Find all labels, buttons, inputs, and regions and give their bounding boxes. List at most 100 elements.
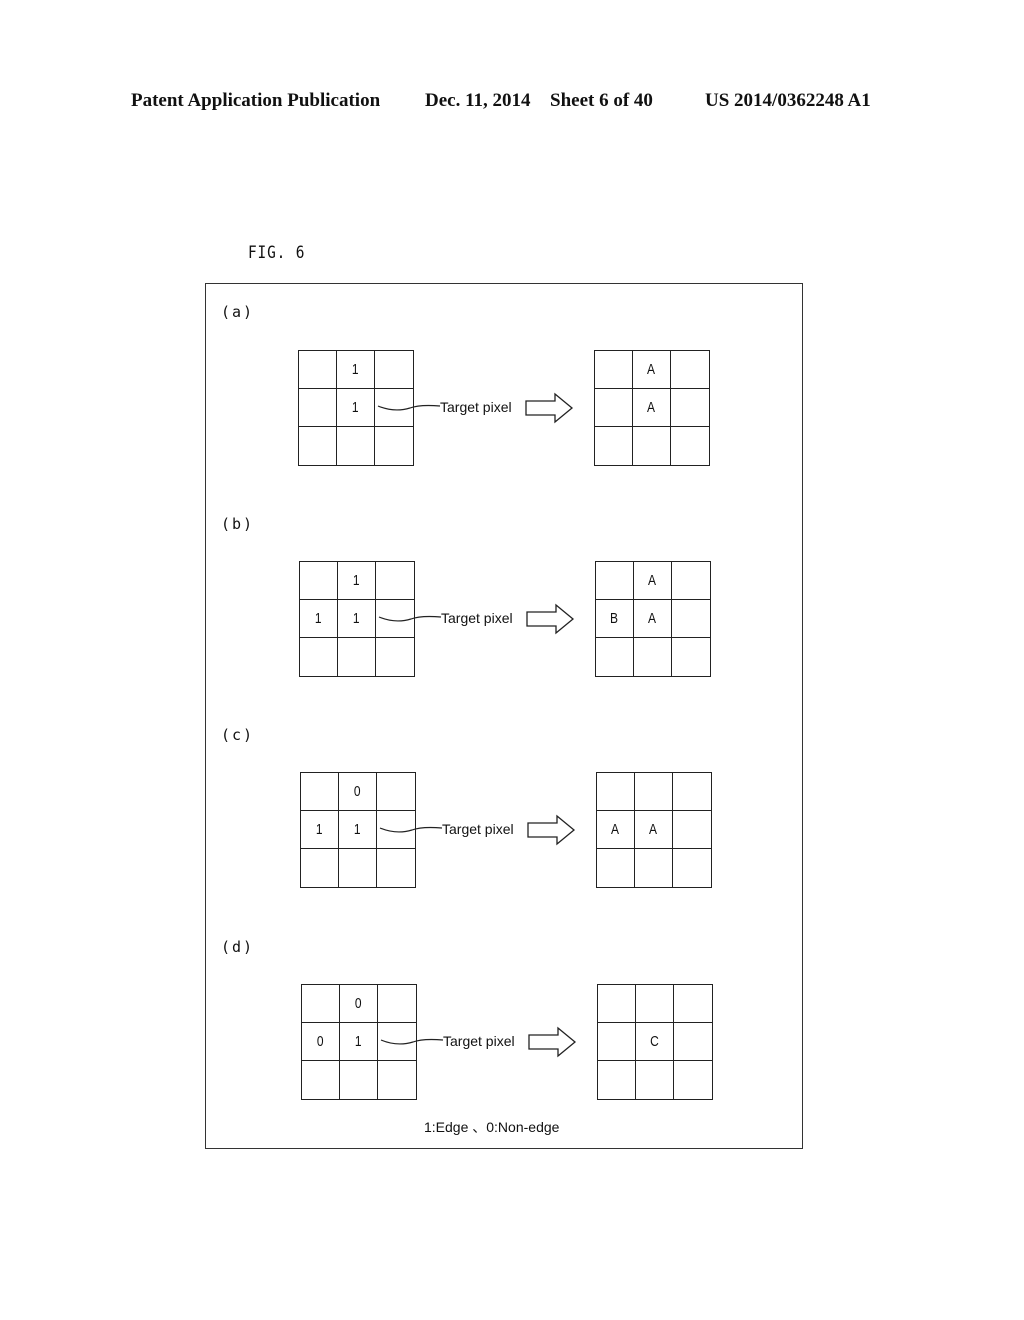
publication-number: US 2014/0362248 A1 xyxy=(705,90,871,111)
grid-cell xyxy=(634,638,672,676)
transform-arrow-icon xyxy=(525,392,574,424)
grid-cell xyxy=(671,427,709,465)
output-pixel-grid: AA xyxy=(596,772,712,888)
grid-cell: B xyxy=(596,600,634,638)
grid-cell xyxy=(597,849,635,887)
grid-cell xyxy=(672,600,710,638)
grid-cell xyxy=(302,985,340,1023)
grid-cell xyxy=(301,773,339,811)
cell-value: 0 xyxy=(317,1033,324,1050)
grid-cell xyxy=(376,562,414,600)
figure-label: FIG. 6 xyxy=(248,243,306,263)
grid-cell xyxy=(671,389,709,427)
grid-cell xyxy=(376,638,414,676)
grid-cell xyxy=(636,985,674,1023)
panel-label: (c) xyxy=(221,726,255,744)
cell-value: 1 xyxy=(354,821,361,838)
grid-cell xyxy=(596,638,634,676)
grid-cell xyxy=(674,985,712,1023)
grid-cell xyxy=(375,351,413,389)
grid-cell xyxy=(299,427,337,465)
target-pixel-label: Target pixel xyxy=(441,610,513,626)
grid-cell xyxy=(672,562,710,600)
cell-value: 0 xyxy=(355,995,362,1012)
grid-cell xyxy=(671,351,709,389)
output-pixel-grid: C xyxy=(597,984,713,1100)
output-pixel-grid: AA xyxy=(594,350,710,466)
cell-value: 1 xyxy=(353,610,360,627)
grid-cell xyxy=(597,773,635,811)
grid-cell: A xyxy=(634,600,672,638)
grid-cell: 0 xyxy=(339,773,377,811)
grid-cell xyxy=(672,638,710,676)
cell-value: A xyxy=(648,610,657,627)
target-pixel-label: Target pixel xyxy=(440,399,512,415)
cell-value: A xyxy=(649,821,658,838)
grid-cell: A xyxy=(635,811,673,849)
grid-cell: 1 xyxy=(338,562,376,600)
cell-value: A xyxy=(647,361,656,378)
grid-cell: C xyxy=(636,1023,674,1061)
leader-line xyxy=(377,404,441,411)
target-pixel-label: Target pixel xyxy=(443,1033,515,1049)
grid-cell: 1 xyxy=(300,600,338,638)
grid-cell: A xyxy=(634,562,672,600)
transform-arrow-icon xyxy=(528,1026,577,1058)
cell-value: A xyxy=(648,572,657,589)
cell-value: A xyxy=(647,399,656,416)
leader-line xyxy=(378,615,442,622)
grid-cell xyxy=(378,985,416,1023)
cell-value: C xyxy=(650,1033,659,1050)
grid-cell xyxy=(378,1061,416,1099)
cell-value: B xyxy=(610,610,619,627)
grid-cell xyxy=(301,849,339,887)
cell-value: 1 xyxy=(353,572,360,589)
grid-cell: 1 xyxy=(339,811,377,849)
grid-cell xyxy=(595,351,633,389)
grid-cell: A xyxy=(633,389,671,427)
grid-cell: A xyxy=(597,811,635,849)
legend: 1:Edge 、0:Non-edge xyxy=(424,1119,560,1135)
grid-cell: 0 xyxy=(302,1023,340,1061)
panel-label: (b) xyxy=(221,515,255,533)
grid-cell xyxy=(673,849,711,887)
grid-cell xyxy=(300,562,338,600)
cell-value: 1 xyxy=(355,1033,362,1050)
grid-cell xyxy=(598,1061,636,1099)
publication-date: Dec. 11, 2014 xyxy=(425,90,531,111)
grid-cell: A xyxy=(633,351,671,389)
grid-cell xyxy=(299,389,337,427)
grid-cell xyxy=(340,1061,378,1099)
sheet-number: Sheet 6 of 40 xyxy=(550,90,653,111)
grid-cell xyxy=(375,427,413,465)
grid-cell xyxy=(673,811,711,849)
grid-cell xyxy=(598,985,636,1023)
grid-cell xyxy=(302,1061,340,1099)
grid-cell xyxy=(673,773,711,811)
transform-arrow-icon xyxy=(527,814,576,846)
grid-cell xyxy=(377,849,415,887)
panel-label: (a) xyxy=(221,303,255,321)
grid-cell xyxy=(674,1023,712,1061)
grid-cell xyxy=(595,389,633,427)
grid-cell xyxy=(338,638,376,676)
grid-cell xyxy=(636,1061,674,1099)
grid-cell xyxy=(337,427,375,465)
grid-cell xyxy=(339,849,377,887)
grid-cell: 1 xyxy=(338,600,376,638)
grid-cell xyxy=(595,427,633,465)
cell-value: 1 xyxy=(316,821,323,838)
grid-cell: 0 xyxy=(340,985,378,1023)
leader-line xyxy=(379,826,443,833)
publication-title: Patent Application Publication xyxy=(131,90,381,111)
leader-line xyxy=(380,1038,444,1045)
grid-cell xyxy=(299,351,337,389)
panel-label: (d) xyxy=(221,938,255,956)
grid-cell xyxy=(674,1061,712,1099)
target-pixel-label: Target pixel xyxy=(442,821,514,837)
transform-arrow-icon xyxy=(526,603,575,635)
grid-cell: 1 xyxy=(340,1023,378,1061)
output-pixel-grid: A B A xyxy=(595,561,711,677)
grid-cell: 1 xyxy=(337,351,375,389)
cell-value: 0 xyxy=(354,783,361,800)
